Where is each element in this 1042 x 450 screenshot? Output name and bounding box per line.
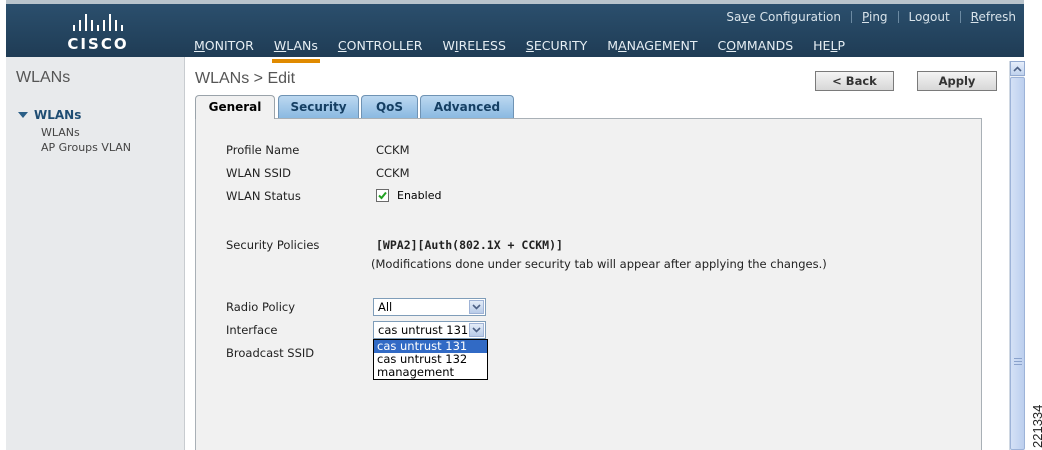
nav-security[interactable]: SECURITY — [526, 38, 587, 57]
save-configuration-link[interactable]: Save Configuration — [726, 10, 841, 24]
sidebar-section-wlans[interactable]: WLANs — [18, 108, 81, 122]
radio-policy-label: Radio Policy — [226, 300, 296, 314]
ping-link[interactable]: Ping — [862, 10, 888, 24]
tab-general[interactable]: General — [195, 95, 275, 119]
interface-dropdown-list: cas untrust 131 cas untrust 132 manageme… — [373, 339, 488, 380]
sidebar-item-wlans[interactable]: WLANs — [41, 126, 80, 139]
divider — [897, 11, 899, 23]
chevron-down-icon — [469, 300, 484, 314]
nav-management[interactable]: MANAGEMENT — [607, 38, 697, 57]
tab-advanced[interactable]: Advanced — [420, 95, 514, 118]
back-button[interactable]: < Back — [815, 71, 894, 91]
figure-id: 221334 — [1030, 404, 1042, 448]
security-note: (Modifications done under security tab w… — [371, 257, 827, 271]
tab-security[interactable]: Security — [278, 95, 359, 118]
left-sidebar: WLANs WLANs WLANs AP Groups VLAN — [6, 57, 185, 450]
nav-help[interactable]: HELP — [813, 38, 845, 57]
sidebar-item-ap-groups-vlan[interactable]: AP Groups VLAN — [41, 141, 131, 154]
interface-select[interactable]: cas untrust 131 — [373, 321, 486, 339]
wlan-status-control: Enabled — [376, 189, 441, 202]
interface-selected-value: cas untrust 131 — [378, 323, 469, 337]
wlan-status-checkbox[interactable] — [376, 189, 389, 202]
radio-policy-select[interactable]: All — [373, 298, 486, 316]
scroll-up-arrow-icon[interactable] — [1010, 61, 1025, 76]
logout-link[interactable]: Logout — [909, 10, 950, 24]
nav-commands[interactable]: COMMANDS — [718, 38, 794, 57]
radio-policy-selected-value: All — [378, 300, 393, 314]
vertical-scrollbar[interactable] — [1009, 61, 1025, 450]
nav-wlans[interactable]: WLANs — [271, 38, 320, 63]
sidebar-section-label: WLANs — [34, 108, 82, 122]
broadcast-ssid-label: Broadcast SSID — [226, 346, 315, 360]
refresh-link[interactable]: Refresh — [971, 10, 1016, 24]
cisco-bars-icon — [58, 11, 138, 31]
wlan-status-label: WLAN Status — [226, 189, 301, 203]
sidebar-title: WLANs — [16, 69, 71, 86]
cisco-logo: CISCO — [58, 11, 138, 57]
interface-label: Interface — [226, 323, 278, 337]
chevron-down-icon — [469, 323, 484, 337]
expand-triangle-icon — [18, 112, 28, 118]
nav-wireless[interactable]: WIRELESS — [443, 38, 506, 57]
cisco-logo-text: CISCO — [67, 35, 129, 53]
security-policies-value: [WPA2][Auth(802.1X + CCKM)] — [376, 238, 563, 252]
scrollbar-thumb[interactable] — [1010, 77, 1025, 450]
tab-qos[interactable]: QoS — [361, 95, 418, 118]
wlan-ssid-label: WLAN SSID — [226, 166, 292, 180]
main-nav: MONITOR WLANs CONTROLLER WIRELESS SECURI… — [194, 38, 845, 63]
security-policies-label: Security Policies — [226, 238, 320, 252]
apply-button[interactable]: Apply — [917, 71, 997, 91]
grip-icon — [1014, 358, 1022, 365]
divider — [959, 11, 961, 23]
wlan-ssid-value: CCKM — [376, 166, 410, 180]
interface-option[interactable]: management — [374, 366, 487, 379]
wlan-status-enabled-text: Enabled — [397, 189, 442, 202]
nav-controller[interactable]: CONTROLLER — [338, 38, 423, 57]
page-title: WLANs > Edit — [195, 70, 296, 87]
checkmark-icon — [378, 191, 387, 200]
divider — [851, 11, 852, 23]
nav-monitor[interactable]: MONITOR — [194, 38, 254, 57]
profile-name-value: CCKM — [376, 143, 410, 157]
top-header: CISCO Save Configuration Ping Logout Ref… — [6, 0, 1024, 63]
utility-links: Save Configuration Ping Logout Refresh — [726, 10, 1016, 24]
general-tab-panel — [195, 118, 982, 450]
profile-name-label: Profile Name — [226, 143, 300, 157]
